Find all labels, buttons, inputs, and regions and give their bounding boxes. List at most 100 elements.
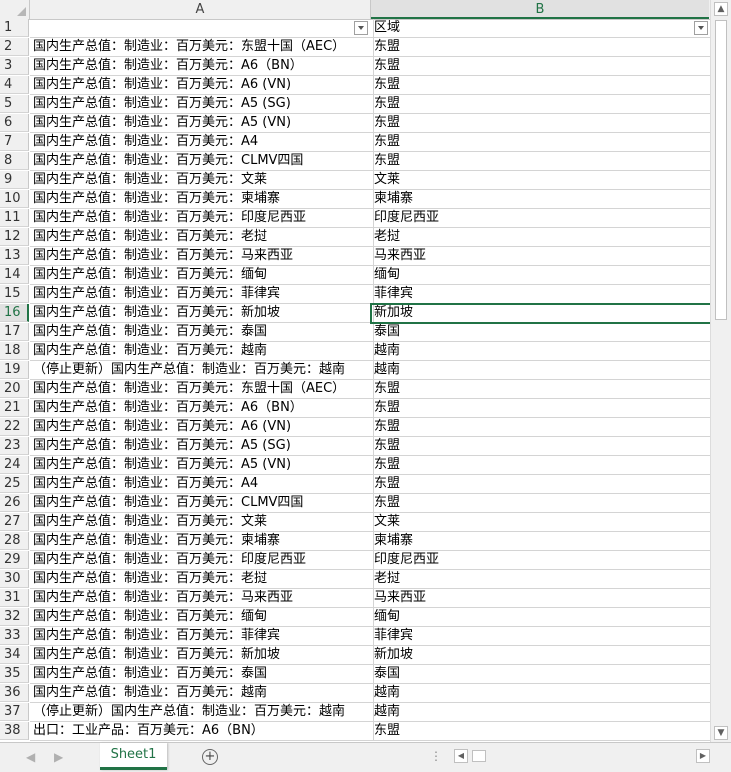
cell-b[interactable]: 缅甸: [371, 266, 710, 285]
row-number[interactable]: 3: [0, 57, 29, 75]
cell-a[interactable]: 出口：工业产品：百万美元：A6（BN）: [30, 722, 374, 741]
column-header-b[interactable]: B: [371, 0, 709, 19]
cell-a[interactable]: 国内生产总值：制造业：百万美元：菲律宾: [30, 627, 374, 646]
row-number[interactable]: 27: [0, 513, 29, 531]
row-number[interactable]: 1: [0, 19, 29, 37]
cell-b[interactable]: 泰国: [371, 665, 710, 684]
row-number[interactable]: 14: [0, 266, 29, 284]
row-number[interactable]: 24: [0, 456, 29, 474]
cell-a[interactable]: 国内生产总值：制造业：百万美元：印度尼西亚: [30, 209, 374, 228]
cell-b[interactable]: 泰国: [371, 323, 710, 342]
row-number[interactable]: 16: [0, 304, 29, 322]
next-sheet-icon[interactable]: ▶: [54, 750, 63, 764]
cell-b[interactable]: 东盟: [371, 722, 710, 741]
cell-a[interactable]: 国内生产总值：制造业：百万美元：柬埔寨: [30, 190, 374, 209]
cell-a[interactable]: 国内生产总值：制造业：百万美元：柬埔寨: [30, 532, 374, 551]
cell-b[interactable]: 东盟: [371, 114, 710, 133]
cell-b[interactable]: 新加坡: [371, 646, 710, 665]
cell-a[interactable]: 国内生产总值：制造业：百万美元：A5 (SG): [30, 95, 374, 114]
row-number[interactable]: 23: [0, 437, 29, 455]
cell-b[interactable]: 东盟: [371, 95, 710, 114]
cell-a[interactable]: 国内生产总值：制造业：百万美元：新加坡: [30, 646, 374, 665]
cell-b[interactable]: 菲律宾: [371, 285, 710, 304]
vertical-scrollbar[interactable]: ▲ ▼: [710, 0, 731, 742]
cell-a[interactable]: 国内生产总值：制造业：百万美元：马来西亚: [30, 247, 374, 266]
cell-b[interactable]: 越南: [371, 361, 710, 380]
cell-a[interactable]: 国内生产总值：制造业：百万美元：A4: [30, 133, 374, 152]
scroll-left-icon[interactable]: ◀: [454, 749, 468, 763]
cell-a[interactable]: 国内生产总值：制造业：百万美元：A6（BN）: [30, 399, 374, 418]
select-all-corner[interactable]: [0, 0, 30, 19]
cell-b[interactable]: 印度尼西亚: [371, 551, 710, 570]
cell-b[interactable]: 柬埔寨: [371, 190, 710, 209]
cell-a[interactable]: 国内生产总值：制造业：百万美元：CLMV四国: [30, 494, 374, 513]
scroll-up-icon[interactable]: ▲: [714, 2, 728, 16]
cell-a[interactable]: 国内生产总值：制造业：百万美元：缅甸: [30, 608, 374, 627]
row-number[interactable]: 8: [0, 152, 29, 170]
row-number[interactable]: 37: [0, 703, 29, 721]
cell-b[interactable]: 柬埔寨: [371, 532, 710, 551]
cell-b[interactable]: 老挝: [371, 570, 710, 589]
row-number[interactable]: 2: [0, 38, 29, 56]
column-header-a[interactable]: A: [30, 0, 371, 19]
cell-a[interactable]: 国内生产总值：制造业：百万美元：泰国: [30, 323, 374, 342]
cell-a[interactable]: 国内生产总值：制造业：百万美元：A5 (SG): [30, 437, 374, 456]
row-number[interactable]: 35: [0, 665, 29, 683]
cell-b[interactable]: 文莱: [371, 171, 710, 190]
cell-a[interactable]: 国内生产总值：制造业：百万美元：A5 (VN): [30, 114, 374, 133]
filter-dropdown-icon[interactable]: [694, 21, 708, 35]
row-number[interactable]: 15: [0, 285, 29, 303]
row-number[interactable]: 34: [0, 646, 29, 664]
add-sheet-button[interactable]: +: [202, 749, 218, 765]
tab-split-handle-icon[interactable]: ⋮: [430, 749, 442, 763]
cell-b[interactable]: 东盟: [371, 76, 710, 95]
cell-b[interactable]: 文莱: [371, 513, 710, 532]
row-number[interactable]: 12: [0, 228, 29, 246]
sheet-tab[interactable]: Sheet1: [100, 743, 167, 770]
cell-b[interactable]: 马来西亚: [371, 589, 710, 608]
cell-a[interactable]: 国内生产总值：制造业：百万美元：老挝: [30, 570, 374, 589]
cell-a[interactable]: [30, 19, 374, 38]
cell-a[interactable]: 国内生产总值：制造业：百万美元：A6 (VN): [30, 418, 374, 437]
cell-a[interactable]: 国内生产总值：制造业：百万美元：A4: [30, 475, 374, 494]
row-number[interactable]: 28: [0, 532, 29, 550]
row-number[interactable]: 31: [0, 589, 29, 607]
cell-b[interactable]: 越南: [371, 342, 710, 361]
filter-dropdown-icon[interactable]: [354, 21, 368, 35]
cell-a[interactable]: 国内生产总值：制造业：百万美元：菲律宾: [30, 285, 374, 304]
row-number[interactable]: 4: [0, 76, 29, 94]
cell-b[interactable]: 东盟: [371, 399, 710, 418]
cell-a[interactable]: 国内生产总值：制造业：百万美元：A6 (VN): [30, 76, 374, 95]
row-number[interactable]: 17: [0, 323, 29, 341]
cell-a[interactable]: 国内生产总值：制造业：百万美元：新加坡: [30, 304, 374, 323]
row-number[interactable]: 7: [0, 133, 29, 151]
row-number[interactable]: 29: [0, 551, 29, 569]
cell-a[interactable]: （停止更新）国内生产总值：制造业：百万美元：越南: [30, 361, 374, 380]
row-number[interactable]: 20: [0, 380, 29, 398]
cell-b[interactable]: 新加坡: [370, 303, 710, 324]
cell-a[interactable]: 国内生产总值：制造业：百万美元：A6（BN）: [30, 57, 374, 76]
horizontal-scroll-thumb[interactable]: [472, 750, 486, 762]
cell-b[interactable]: 东盟: [371, 437, 710, 456]
cell-a[interactable]: 国内生产总值：制造业：百万美元：CLMV四国: [30, 152, 374, 171]
cell-b[interactable]: 马来西亚: [371, 247, 710, 266]
row-number[interactable]: 32: [0, 608, 29, 626]
cell-a[interactable]: 国内生产总值：制造业：百万美元：文莱: [30, 171, 374, 190]
cell-b[interactable]: 菲律宾: [371, 627, 710, 646]
cell-a[interactable]: 国内生产总值：制造业：百万美元：东盟十国（AEC）: [30, 38, 374, 57]
cell-b[interactable]: 东盟: [371, 152, 710, 171]
cell-a[interactable]: 国内生产总值：制造业：百万美元：缅甸: [30, 266, 374, 285]
cell-a[interactable]: 国内生产总值：制造业：百万美元：越南: [30, 684, 374, 703]
cell-b[interactable]: 东盟: [371, 38, 710, 57]
cell-b[interactable]: 东盟: [371, 456, 710, 475]
scroll-right-icon[interactable]: ▶: [696, 749, 710, 763]
row-number[interactable]: 26: [0, 494, 29, 512]
row-number[interactable]: 38: [0, 722, 29, 740]
row-number[interactable]: 11: [0, 209, 29, 227]
cell-b[interactable]: 越南: [371, 703, 710, 722]
row-number[interactable]: 19: [0, 361, 29, 379]
cell-b[interactable]: 区域: [371, 19, 710, 38]
cell-a[interactable]: 国内生产总值：制造业：百万美元：越南: [30, 342, 374, 361]
cell-a[interactable]: 国内生产总值：制造业：百万美元：文莱: [30, 513, 374, 532]
cell-a[interactable]: （停止更新）国内生产总值：制造业：百万美元：越南: [30, 703, 374, 722]
